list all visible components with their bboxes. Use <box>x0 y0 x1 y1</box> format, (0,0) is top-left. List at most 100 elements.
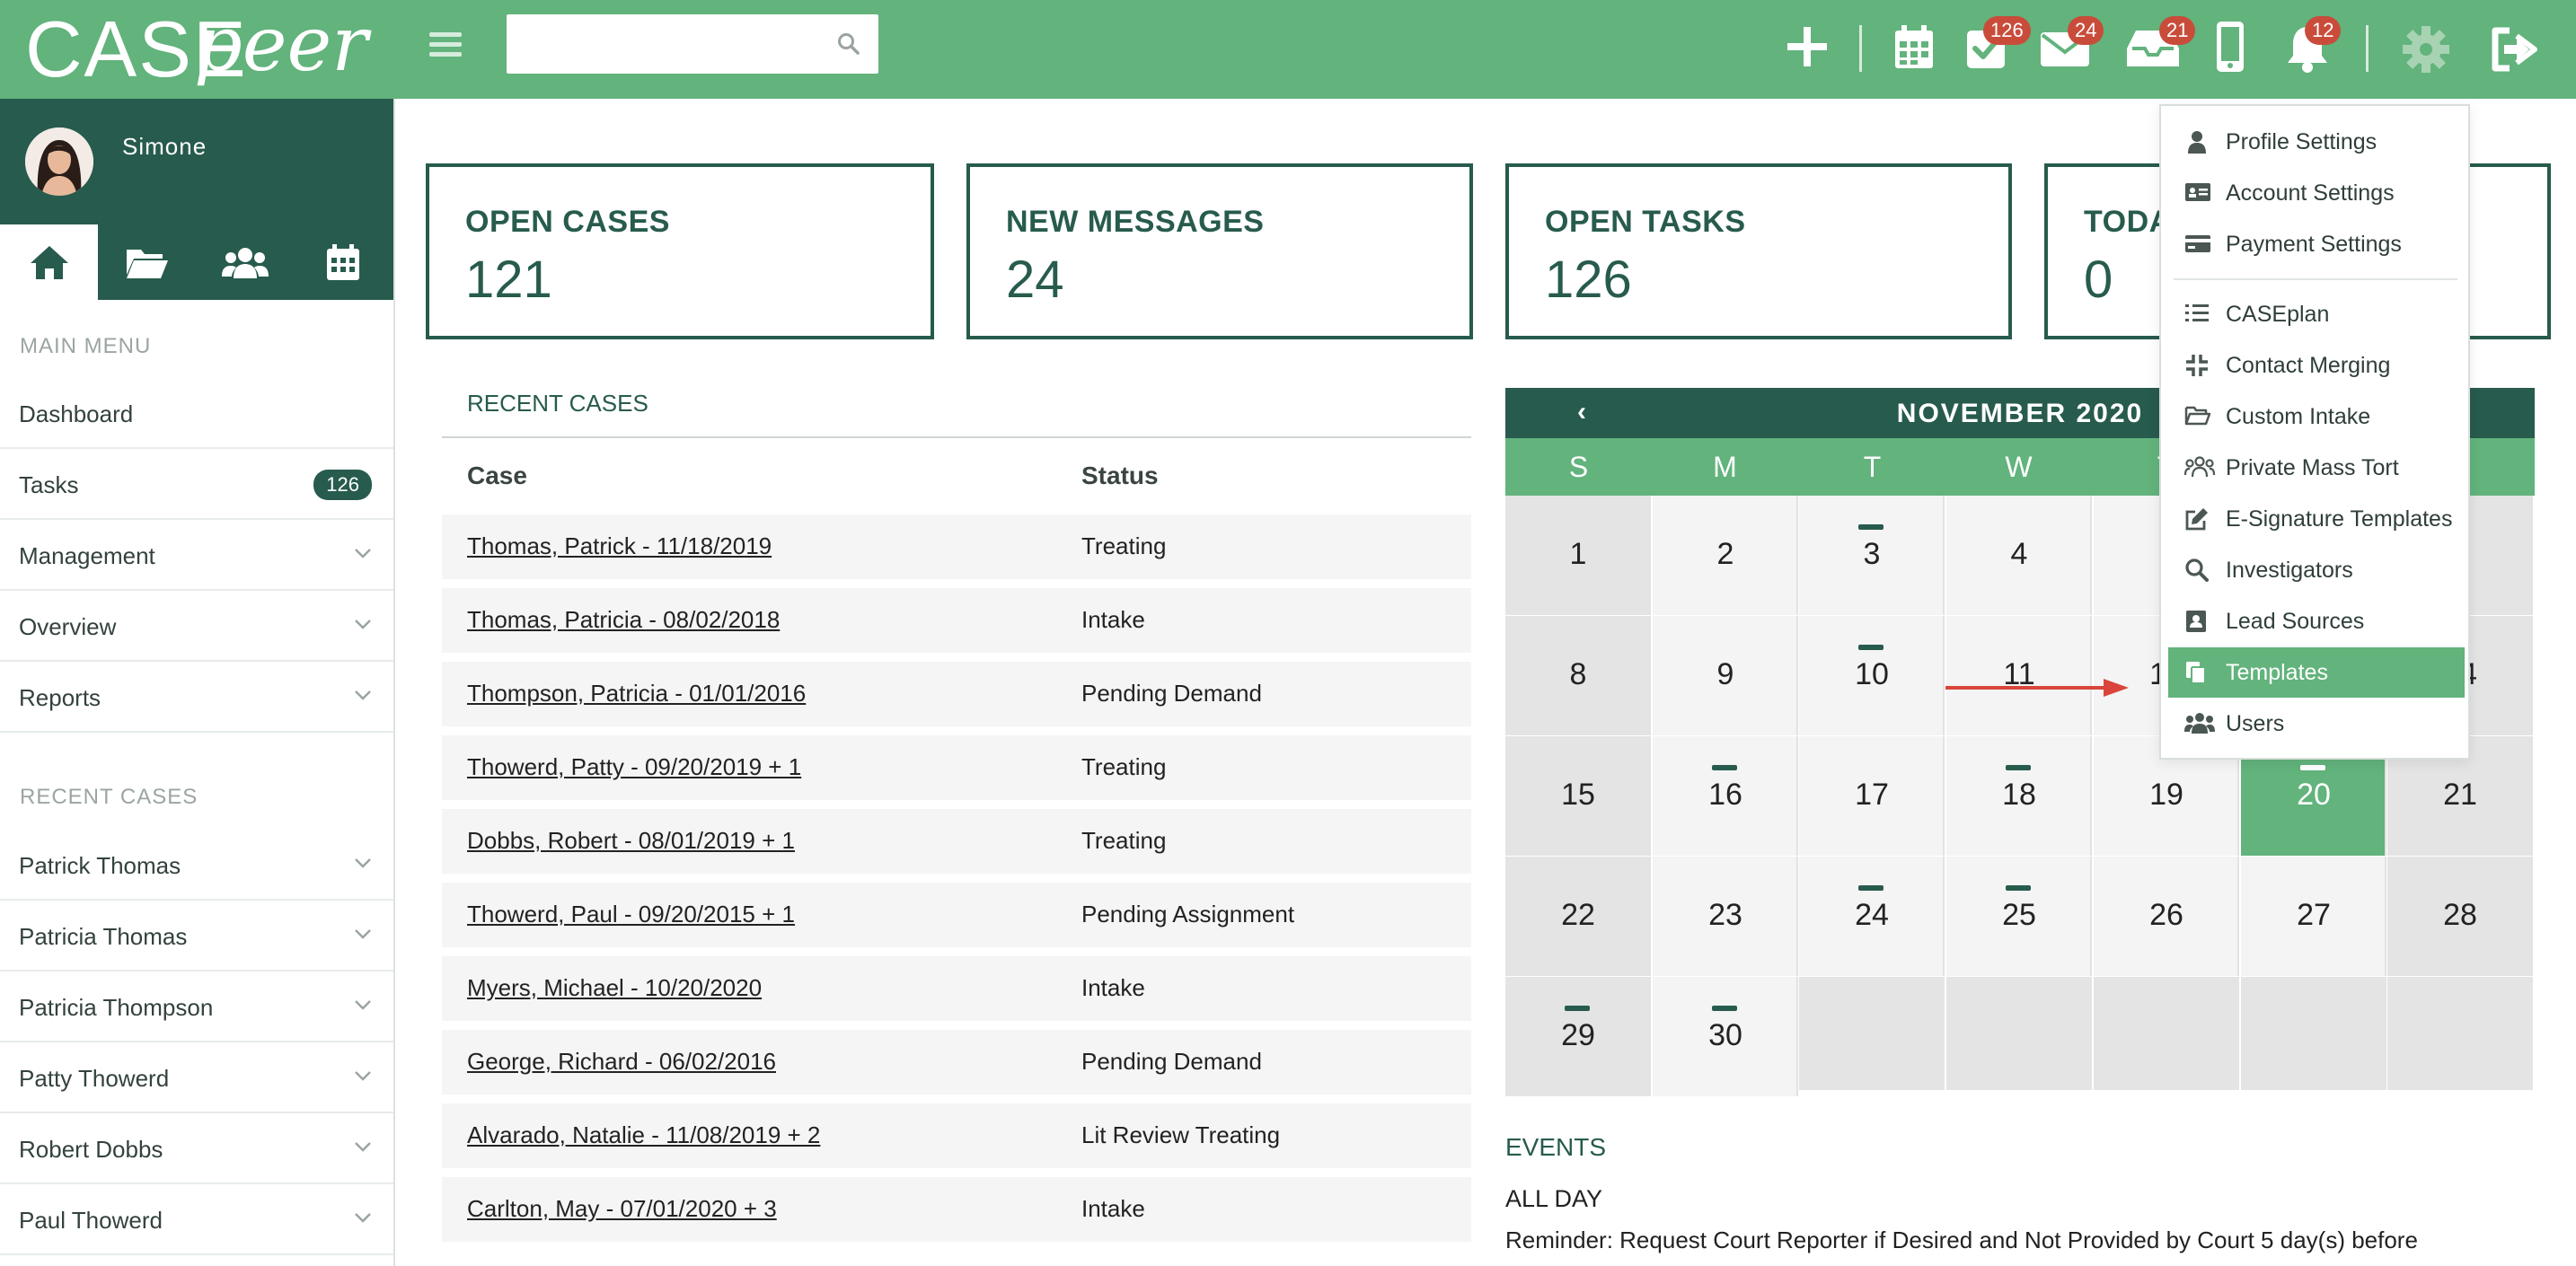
case-status: Treating <box>1081 532 1167 559</box>
case-link[interactable]: Thomas, Patrick - 11/18/2019 <box>467 532 772 560</box>
sidebar-tab-calendar[interactable] <box>294 224 392 300</box>
chevron-down-icon <box>355 549 371 558</box>
calendar-day[interactable]: 8 <box>1505 616 1651 735</box>
menu-item-e-signature-templates[interactable]: E-Signature Templates <box>2168 494 2465 544</box>
calendar-day[interactable]: 23 <box>1653 857 1798 976</box>
id-card-icon <box>2185 183 2210 201</box>
search-box[interactable] <box>507 14 878 74</box>
sidebar-item-dashboard[interactable]: Dashboard <box>0 379 393 449</box>
settings-dropdown-menu: Profile Settings Account Settings Paymen… <box>2159 104 2470 760</box>
sidebar-recent-case[interactable]: Patrick Thomas <box>0 831 393 901</box>
calendar-icon[interactable] <box>1893 23 1935 70</box>
sidebar-recent-case[interactable]: Patricia Thomas <box>0 901 393 971</box>
sidebar-tab-home[interactable] <box>0 224 98 300</box>
calendar-day-number: 27 <box>2297 898 2331 932</box>
calendar-day-number: 10 <box>1855 657 1889 691</box>
recent-cases-title: RECENT CASES <box>467 390 648 417</box>
calendar-day[interactable]: 29 <box>1505 977 1651 1096</box>
calendar-day-number: 20 <box>2297 778 2331 812</box>
sidebar-item-label: Patricia Thompson <box>19 994 214 1021</box>
calendar-day[interactable]: 25 <box>1946 857 2092 976</box>
case-link[interactable]: George, Richard - 06/02/2016 <box>467 1048 776 1076</box>
menu-item-payment-settings[interactable]: Payment Settings <box>2168 219 2465 269</box>
case-link[interactable]: Carlton, May - 07/01/2020 + 3 <box>467 1195 777 1223</box>
sidebar-recent-case[interactable]: Paul Thowerd <box>0 1185 393 1255</box>
calendar-day[interactable]: 15 <box>1505 736 1651 856</box>
logo-peer-text: peer <box>194 0 368 88</box>
calendar-day[interactable]: 27 <box>2241 857 2386 976</box>
chevron-down-icon <box>355 1000 371 1010</box>
calendar-day[interactable]: 30 <box>1653 977 1798 1096</box>
open-cases-card[interactable]: OPEN CASES 121 <box>426 163 934 339</box>
sidebar-recent-case[interactable]: Patricia Thompson <box>0 972 393 1042</box>
column-header-status: Status <box>1081 462 1159 489</box>
table-row: Thowerd, Patty - 09/20/2019 + 1 Treating <box>442 735 1471 800</box>
case-link[interactable]: Thompson, Patricia - 01/01/2016 <box>467 680 806 708</box>
logout-icon[interactable] <box>2490 27 2544 72</box>
search-input[interactable] <box>519 14 828 72</box>
case-status: Intake <box>1081 606 1145 633</box>
case-link[interactable]: Dobbs, Robert - 08/01/2019 + 1 <box>467 827 795 855</box>
toolbar-divider <box>1859 25 1862 72</box>
calendar-day[interactable]: 24 <box>1799 857 1945 976</box>
menu-item-custom-intake[interactable]: Custom Intake <box>2168 391 2465 442</box>
menu-item-investigators[interactable]: Investigators <box>2168 545 2465 595</box>
calendar-day[interactable]: 22 <box>1505 857 1651 976</box>
avatar[interactable] <box>25 127 93 196</box>
phone-icon[interactable] <box>2215 20 2245 74</box>
menu-item-profile-settings[interactable]: Profile Settings <box>2168 117 2465 167</box>
case-link[interactable]: Thowerd, Patty - 09/20/2019 + 1 <box>467 753 801 781</box>
search-icon <box>2185 558 2209 582</box>
credit-card-icon <box>2185 235 2210 252</box>
sidebar-tab-cases[interactable] <box>98 224 196 300</box>
top-bar: CASE peer 126 24 21 12 <box>0 0 2576 99</box>
event-marker <box>2006 885 2031 891</box>
case-link[interactable]: Alvarado, Natalie - 11/08/2019 + 2 <box>467 1121 820 1149</box>
calendar-day[interactable]: 28 <box>2387 857 2533 976</box>
card-value: 126 <box>1545 251 1632 309</box>
open-tasks-card[interactable]: OPEN TASKS 126 <box>1505 163 2012 339</box>
calendar-day[interactable]: 26 <box>2094 857 2239 976</box>
calendar-day[interactable]: 16 <box>1653 736 1798 856</box>
calendar-day[interactable]: 1 <box>1505 496 1651 615</box>
menu-item-account-settings[interactable]: Account Settings <box>2168 168 2465 218</box>
sidebar-recent-case[interactable]: Patty Thowerd <box>0 1043 393 1113</box>
calendar-day[interactable]: 3 <box>1799 496 1945 615</box>
annotation-arrow-icon <box>1945 679 2129 697</box>
calendar-day[interactable]: 2 <box>1653 496 1798 615</box>
sidebar: Simone MAIN MENU Dashboard Tasks 126 Man… <box>0 99 395 1266</box>
sidebar-item-tasks[interactable]: Tasks 126 <box>0 450 393 520</box>
menu-item-users[interactable]: Users <box>2168 699 2465 749</box>
case-link[interactable]: Thowerd, Paul - 09/20/2015 + 1 <box>467 901 795 928</box>
calendar-empty-cell <box>2241 977 2386 1090</box>
plus-icon[interactable] <box>1786 25 1829 68</box>
case-link[interactable]: Myers, Michael - 10/20/2020 <box>467 974 762 1002</box>
hamburger-menu-icon[interactable] <box>429 27 462 63</box>
sidebar-item-reports[interactable]: Reports <box>0 663 393 733</box>
new-messages-card[interactable]: NEW MESSAGES 24 <box>966 163 1473 339</box>
calendar-day[interactable]: 18 <box>1946 736 2092 856</box>
calendar-day[interactable]: 9 <box>1653 616 1798 735</box>
event-marker <box>1712 1006 1737 1011</box>
gear-icon[interactable] <box>2402 25 2450 74</box>
menu-item-templates[interactable]: Templates <box>2168 647 2465 698</box>
sidebar-item-management[interactable]: Management <box>0 521 393 591</box>
sidebar-recent-case[interactable]: Robert Dobbs <box>0 1114 393 1184</box>
calendar-empty-cell <box>1799 977 1945 1090</box>
calendar-day[interactable]: 17 <box>1799 736 1945 856</box>
event-item[interactable]: Reminder: Request Court Reporter if Desi… <box>1505 1226 2418 1254</box>
menu-item-contact-merging[interactable]: Contact Merging <box>2168 340 2465 391</box>
menu-item-caseplan[interactable]: CASEplan <box>2168 289 2465 339</box>
sidebar-tab-contacts[interactable] <box>196 224 294 300</box>
calendar-day[interactable]: 10 <box>1799 616 1945 735</box>
chevron-down-icon <box>355 1142 371 1152</box>
search-icon[interactable] <box>837 32 860 56</box>
calendar-day[interactable]: 4 <box>1946 496 2092 615</box>
sidebar-item-overview[interactable]: Overview <box>0 592 393 662</box>
menu-item-private-mass-tort[interactable]: Private Mass Tort <box>2168 443 2465 493</box>
card-value: 0 <box>2084 251 2113 309</box>
case-status: Pending Assignment <box>1081 901 1295 928</box>
case-link[interactable]: Thomas, Patricia - 08/02/2018 <box>467 606 780 634</box>
menu-item-lead-sources[interactable]: Lead Sources <box>2168 596 2465 646</box>
table-row: Thomas, Patricia - 08/02/2018 Intake <box>442 588 1471 653</box>
